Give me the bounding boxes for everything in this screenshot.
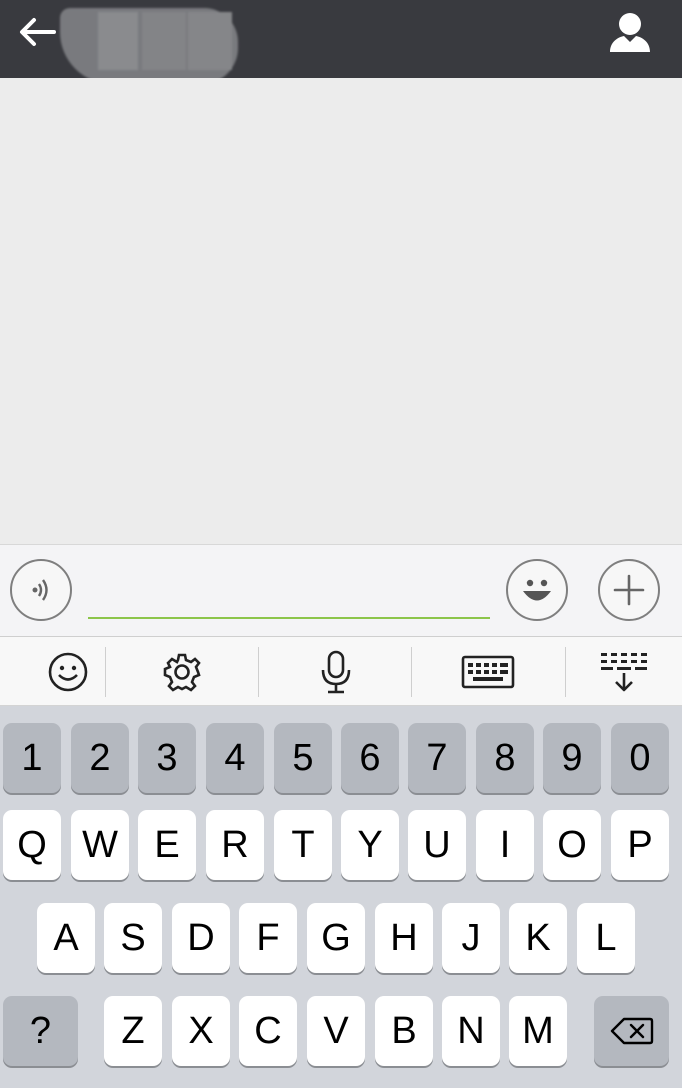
key-r[interactable]: R	[206, 810, 264, 880]
emoji-button[interactable]	[506, 559, 568, 621]
on-screen-keyboard: 1 2 3 4 5 6 7 8 9 0 Q W E R T Y U I O P …	[0, 706, 682, 1088]
toolbar-voice-button[interactable]	[268, 637, 404, 707]
key-d[interactable]: D	[172, 903, 230, 973]
key-m[interactable]: M	[509, 996, 567, 1066]
key-q[interactable]: Q	[3, 810, 61, 880]
key-2[interactable]: 2	[71, 723, 129, 793]
voice-input-button[interactable]	[10, 559, 72, 621]
title-bar	[0, 0, 682, 84]
key-8[interactable]: 8	[476, 723, 534, 793]
key-e[interactable]: E	[138, 810, 196, 880]
key-7[interactable]: 7	[408, 723, 466, 793]
toolbar-settings-button[interactable]	[114, 637, 250, 707]
message-text-field[interactable]	[88, 563, 490, 619]
message-input-bar	[0, 544, 682, 636]
key-c[interactable]: C	[239, 996, 297, 1066]
key-4[interactable]: 4	[206, 723, 264, 793]
key-f[interactable]: F	[239, 903, 297, 973]
keyboard-icon	[461, 655, 515, 689]
key-question[interactable]: ?	[3, 996, 78, 1066]
smiley-icon	[523, 579, 551, 601]
key-v[interactable]: V	[307, 996, 365, 1066]
keyboard-hide-icon	[601, 653, 647, 692]
key-3[interactable]: 3	[138, 723, 196, 793]
key-w[interactable]: W	[71, 810, 129, 880]
key-u[interactable]: U	[408, 810, 466, 880]
key-6[interactable]: 6	[341, 723, 399, 793]
contact-profile-button[interactable]	[606, 10, 654, 58]
key-x[interactable]: X	[172, 996, 230, 1066]
key-y[interactable]: Y	[341, 810, 399, 880]
key-s[interactable]: S	[104, 903, 162, 973]
key-1[interactable]: 1	[3, 723, 61, 793]
key-b[interactable]: B	[375, 996, 433, 1066]
toolbar-hide-keyboard-button[interactable]	[556, 637, 682, 707]
voice-wave-icon	[32, 579, 48, 601]
key-0[interactable]: 0	[611, 723, 669, 793]
key-l[interactable]: L	[577, 903, 635, 973]
key-j[interactable]: J	[442, 903, 500, 973]
key-i[interactable]: I	[476, 810, 534, 880]
key-delete[interactable]	[594, 996, 669, 1066]
key-k[interactable]: K	[509, 903, 567, 973]
toolbar-keyboard-switch-button[interactable]	[420, 637, 556, 707]
key-5[interactable]: 5	[274, 723, 332, 793]
back-button[interactable]	[14, 12, 58, 56]
chat-message-area[interactable]	[0, 78, 682, 544]
key-g[interactable]: G	[307, 903, 365, 973]
key-p[interactable]: P	[611, 810, 669, 880]
key-o[interactable]: O	[543, 810, 601, 880]
smiley-icon	[48, 652, 88, 692]
microphone-icon	[321, 650, 351, 694]
plus-icon	[613, 574, 645, 606]
key-a[interactable]: A	[37, 903, 95, 973]
gear-icon	[163, 653, 201, 692]
key-n[interactable]: N	[442, 996, 500, 1066]
backspace-icon	[610, 1017, 653, 1045]
more-options-button[interactable]	[598, 559, 660, 621]
obscured-contact-name	[60, 8, 238, 84]
key-t[interactable]: T	[274, 810, 332, 880]
keyboard-toolbar	[0, 636, 682, 706]
key-z[interactable]: Z	[104, 996, 162, 1066]
person-icon	[610, 13, 650, 52]
arrow-left-icon	[20, 18, 56, 46]
key-h[interactable]: H	[375, 903, 433, 973]
key-9[interactable]: 9	[543, 723, 601, 793]
